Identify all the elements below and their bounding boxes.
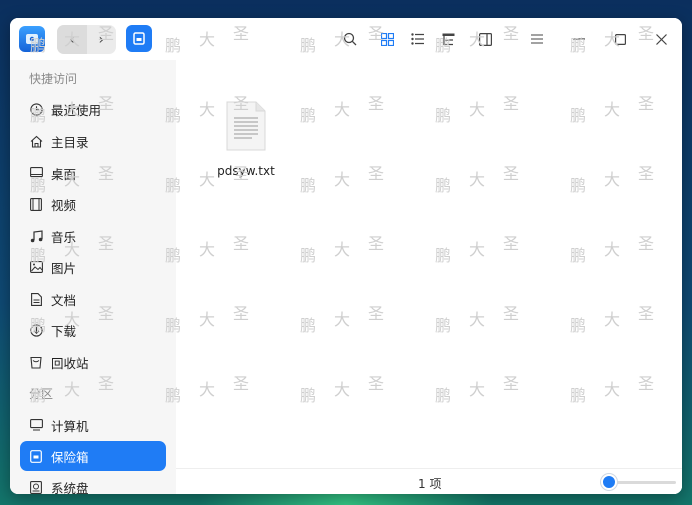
sidebar-item-recent[interactable]: 最近使用: [20, 94, 166, 124]
sidebar-item-label: 主目录: [51, 134, 89, 150]
file-view: pdsyw.txt: [176, 60, 682, 494]
sidebar-item-downloads[interactable]: 下载: [20, 315, 166, 345]
sidebar-item-home[interactable]: 主目录: [20, 126, 166, 156]
sidebar-item-pictures[interactable]: 图片: [20, 252, 166, 282]
file-manager-window: ‹ › 快捷访问 最近使用 主目录 桌面 视频 音乐 图片 文档 下载 回收站 …: [10, 18, 682, 494]
forward-button[interactable]: ›: [87, 25, 117, 54]
sidebar-item-computer[interactable]: 计算机: [20, 410, 166, 440]
zoom-slider-handle[interactable]: [601, 474, 618, 490]
back-icon: ‹: [68, 31, 75, 48]
sidebar-item-video[interactable]: 视频: [20, 189, 166, 219]
sidebar-item-label: 桌面: [51, 166, 77, 182]
trash-icon: [29, 355, 43, 369]
sidebar-item-label: 回收站: [51, 355, 89, 371]
home-icon: [29, 134, 43, 148]
sidebar-item-desktop[interactable]: 桌面: [20, 158, 166, 188]
sidebar-item-label: 系统盘: [51, 480, 89, 495]
document-icon: [29, 292, 43, 306]
disk-icon: [29, 480, 43, 494]
sidebar-item-label: 最近使用: [51, 102, 102, 118]
clock-icon: [29, 102, 43, 116]
zoom-slider[interactable]: [601, 474, 676, 490]
tree-view-icon[interactable]: [438, 29, 458, 49]
sidebar-item-system-disk[interactable]: 系统盘: [20, 472, 166, 494]
sidebar-item-label: 保险箱: [51, 449, 89, 465]
sidebar-item-label: 音乐: [51, 229, 77, 245]
sidebar-item-music[interactable]: 音乐: [20, 221, 166, 251]
title-bar: ‹ ›: [10, 18, 682, 60]
sidebar-item-trash[interactable]: 回收站: [20, 347, 166, 377]
navigation-buttons: ‹ ›: [57, 25, 116, 54]
search-icon[interactable]: [340, 29, 360, 49]
computer-icon: [29, 418, 43, 432]
minimize-icon[interactable]: [569, 29, 589, 49]
sidebar-item-vault[interactable]: 保险箱: [20, 441, 166, 471]
maximize-icon[interactable]: [610, 29, 630, 49]
detail-pane-icon[interactable]: [475, 29, 495, 49]
video-icon: [29, 197, 43, 211]
menu-icon[interactable]: [527, 29, 547, 49]
sidebar: 快捷访问 最近使用 主目录 桌面 视频 音乐 图片 文档 下载 回收站 分区 计…: [10, 60, 176, 494]
partitions-heading: 分区: [29, 387, 54, 401]
status-bar: 1 项: [176, 468, 682, 494]
sidebar-item-label: 视频: [51, 197, 77, 213]
back-button[interactable]: ‹: [57, 25, 87, 54]
close-icon[interactable]: [651, 29, 671, 49]
desktop-icon: [29, 166, 43, 180]
vault-icon: [29, 449, 43, 463]
item-count: 1 项: [418, 477, 442, 491]
text-file-icon: [226, 101, 266, 151]
music-icon: [29, 229, 43, 243]
picture-icon: [29, 260, 43, 274]
file-name: pdsyw.txt: [217, 164, 275, 178]
app-logo-icon: [19, 26, 45, 52]
sidebar-item-label: 下载: [51, 323, 77, 339]
sidebar-item-documents[interactable]: 文档: [20, 284, 166, 314]
sidebar-item-label: 计算机: [51, 418, 89, 434]
quick-access-heading: 快捷访问: [29, 72, 78, 86]
sidebar-item-label: 文档: [51, 292, 77, 308]
file-item[interactable]: pdsyw.txt: [214, 100, 278, 178]
forward-icon: ›: [98, 31, 105, 48]
icon-view-icon[interactable]: [377, 29, 397, 49]
vault-breadcrumb-icon: [133, 32, 145, 45]
vault-breadcrumb-button[interactable]: [126, 25, 152, 52]
list-view-icon[interactable]: [407, 29, 427, 49]
sidebar-item-label: 图片: [51, 260, 77, 276]
download-icon: [29, 323, 43, 337]
